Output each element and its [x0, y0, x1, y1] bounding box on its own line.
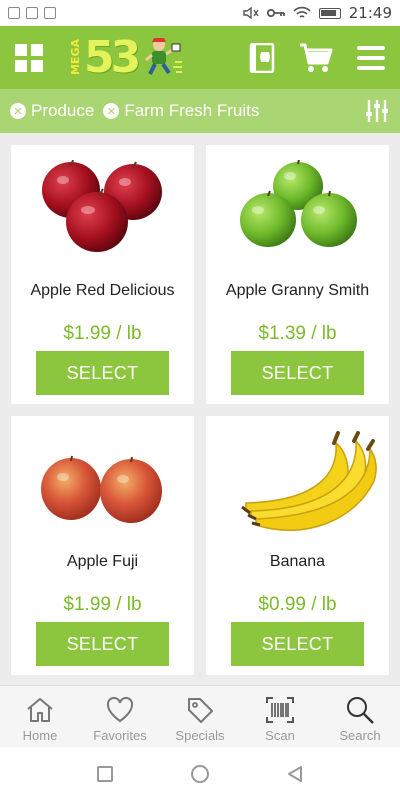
- select-button[interactable]: SELECT: [36, 351, 169, 395]
- nav-label: Scan: [265, 728, 295, 743]
- wifi-icon: [293, 6, 311, 18]
- product-name: Apple Fuji: [66, 553, 139, 570]
- battery-icon: [318, 7, 341, 19]
- product-price: $1.99 / lb: [63, 323, 142, 344]
- product-price: $0.99 / lb: [258, 594, 337, 615]
- image-notification-icon: [8, 7, 20, 19]
- shopping-list-icon[interactable]: [249, 42, 275, 73]
- remove-filter-icon[interactable]: ✕: [10, 103, 26, 119]
- filter-chip-label: Produce: [31, 101, 95, 120]
- calendar-notification-icon: [26, 7, 38, 19]
- filter-chip-label: Farm Fresh Fruits: [124, 101, 260, 120]
- status-bar: 21:49: [0, 0, 400, 26]
- home-icon: [27, 698, 53, 722]
- logo-mega-text: MEGA: [69, 39, 82, 76]
- hamburger-menu-icon[interactable]: [357, 45, 385, 70]
- product-card[interactable]: Banana $0.99 / lb SELECT: [206, 416, 389, 675]
- categories-grid-icon[interactable]: [15, 43, 43, 72]
- nav-scan[interactable]: Scan: [240, 686, 320, 747]
- home-circle-icon[interactable]: [190, 764, 210, 784]
- red-apples-image: [42, 160, 162, 252]
- nav-label: Specials: [175, 728, 225, 743]
- product-name: Apple Granny Smith: [225, 282, 370, 299]
- mute-icon: [243, 6, 259, 20]
- filter-sliders-icon[interactable]: [364, 98, 390, 124]
- nav-label: Favorites: [93, 728, 147, 743]
- key-icon: [266, 8, 285, 18]
- product-name: Banana: [269, 553, 326, 570]
- product-price: $1.39 / lb: [258, 323, 337, 344]
- nav-label: Search: [339, 728, 381, 743]
- filter-chip-farm-fresh-fruits[interactable]: ✕ Farm Fresh Fruits: [103, 101, 259, 121]
- search-icon: [347, 697, 374, 724]
- product-name: Apple Red Delicious: [30, 282, 175, 299]
- remove-filter-icon[interactable]: ✕: [103, 103, 120, 119]
- nav-search[interactable]: Search: [320, 686, 400, 747]
- back-triangle-icon[interactable]: [286, 765, 304, 783]
- select-button[interactable]: SELECT: [231, 622, 364, 666]
- barcode-icon: [266, 697, 294, 723]
- system-navigation-bar: [0, 747, 400, 800]
- product-card[interactable]: Apple Fuji $1.99 / lb SELECT: [11, 416, 194, 675]
- mascot-icon: [145, 37, 183, 75]
- app-header: MEGA 53: [0, 26, 400, 89]
- select-button[interactable]: SELECT: [36, 622, 169, 666]
- heart-icon: [106, 696, 134, 723]
- nav-label: Home: [22, 728, 58, 743]
- nav-home[interactable]: Home: [0, 686, 80, 747]
- fuji-apples-image: [41, 455, 162, 523]
- product-card[interactable]: Apple Red Delicious $1.99 / lb SELECT: [11, 145, 194, 404]
- bottom-navigation: Home Favorites Specials Scan Search: [0, 685, 400, 747]
- recent-apps-icon[interactable]: [96, 765, 114, 783]
- filter-bar: ✕ Produce ✕ Farm Fresh Fruits: [0, 89, 400, 133]
- product-grid: Apple Red Delicious $1.99 / lb SELECT Ap…: [0, 133, 400, 685]
- product-price: $1.99 / lb: [63, 594, 142, 615]
- status-time: 21:49: [348, 4, 392, 22]
- app-notification-icon: [44, 7, 56, 19]
- select-button[interactable]: SELECT: [231, 351, 364, 395]
- tag-icon: [188, 698, 213, 723]
- nav-specials[interactable]: Specials: [160, 686, 240, 747]
- bananas-image: [241, 431, 377, 532]
- mega53-logo[interactable]: MEGA 53: [69, 28, 183, 88]
- nav-favorites[interactable]: Favorites: [80, 686, 160, 747]
- cart-icon[interactable]: [299, 42, 333, 74]
- green-apples-image: [240, 160, 357, 247]
- product-card[interactable]: Apple Granny Smith $1.39 / lb SELECT: [206, 145, 389, 404]
- logo-number: 53: [84, 32, 141, 83]
- filter-chip-produce[interactable]: ✕ Produce: [10, 101, 94, 121]
